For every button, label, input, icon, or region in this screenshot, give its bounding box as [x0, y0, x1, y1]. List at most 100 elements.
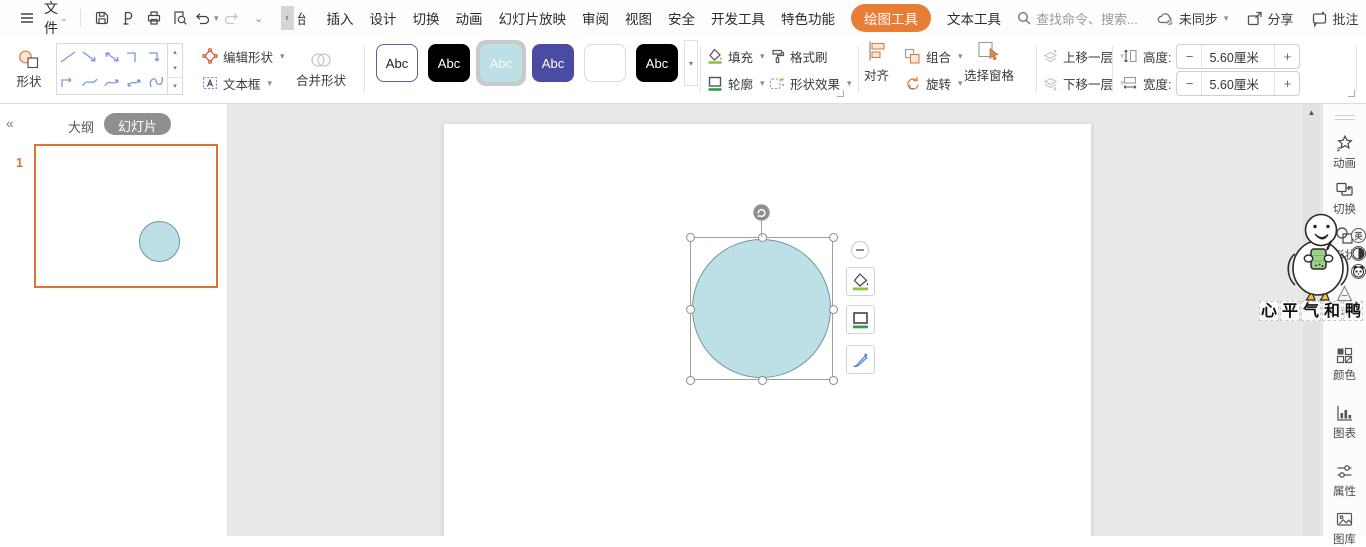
gallery-elbow[interactable]: [123, 44, 145, 69]
tab-special-features[interactable]: 特色功能: [781, 8, 835, 28]
sidebar-drag-handle[interactable]: [1335, 112, 1355, 123]
panel-collapse-button[interactable]: «: [6, 115, 14, 131]
share-button[interactable]: 分享: [1246, 9, 1293, 28]
save-icon: [93, 9, 111, 27]
gallery-expand[interactable]: ▾: [168, 77, 182, 94]
gallery-elbow-up-arrow[interactable]: [57, 69, 79, 94]
fill-group-dialog-launcher[interactable]: [837, 90, 844, 97]
gallery-curve[interactable]: [79, 69, 101, 94]
gallery-elbow-arrow[interactable]: [145, 44, 167, 69]
format-painter-button[interactable]: 格式刷: [769, 44, 828, 68]
tab-insert[interactable]: 插入: [327, 8, 354, 28]
sync-status-button[interactable]: 未同步 ▾: [1156, 9, 1229, 28]
tab-drawing-tools-active[interactable]: 绘图工具: [851, 4, 931, 32]
height-increase-button[interactable]: +: [1275, 49, 1299, 64]
style-swatch-5[interactable]: Abc: [584, 44, 626, 82]
text-box-button[interactable]: 文本框 ▾: [202, 71, 272, 95]
selected-circle-shape[interactable]: [692, 239, 831, 378]
tab-slideshow[interactable]: 幻灯片放映: [499, 8, 567, 28]
resize-handle-nw[interactable]: [686, 233, 695, 242]
scroll-up-arrow[interactable]: ▲: [1303, 108, 1320, 117]
main-menu-button[interactable]: [14, 5, 40, 31]
width-increase-button[interactable]: +: [1275, 76, 1299, 91]
width-decrease-button[interactable]: −: [1177, 76, 1201, 91]
edit-shape-button[interactable]: 编辑形状 ▾: [202, 44, 285, 68]
undo-button[interactable]: ▾: [193, 5, 219, 31]
selection-collapse-button[interactable]: [851, 241, 869, 259]
quickbar-more-button[interactable]: ⌄: [245, 5, 271, 31]
gallery-double-arrow[interactable]: [101, 44, 123, 69]
resize-handle-sw[interactable]: [686, 376, 695, 385]
tab-view[interactable]: 视图: [625, 8, 652, 28]
slide-thumbnail-selected[interactable]: [34, 144, 218, 288]
comment-button[interactable]: 批注: [1311, 9, 1358, 28]
resize-handle-w[interactable]: [686, 305, 695, 314]
tab-scroll-left-button[interactable]: ‹: [281, 6, 294, 30]
outline-button[interactable]: 轮廓 ▾: [707, 71, 765, 95]
file-menu-button[interactable]: 文件 ⌄: [44, 0, 68, 38]
gallery-freeform[interactable]: [145, 69, 167, 94]
shapes-button[interactable]: 形状: [6, 40, 52, 98]
resize-handle-ne[interactable]: [829, 233, 838, 242]
tab-home-clipped[interactable]: 始: [298, 8, 313, 28]
sidebar-item-animation[interactable]: 动画: [1323, 134, 1366, 171]
tab-security[interactable]: 安全: [668, 8, 695, 28]
size-group-dialog-launcher[interactable]: [1348, 90, 1355, 97]
width-spinner: − 5.60厘米 +: [1176, 71, 1300, 96]
selection-pane-button[interactable]: 选择窗格: [964, 40, 1014, 84]
color-icon: [1335, 346, 1354, 365]
height-decrease-button[interactable]: −: [1177, 49, 1201, 64]
tab-review[interactable]: 审阅: [582, 8, 609, 28]
tab-slides-active[interactable]: 幻灯片: [104, 113, 171, 135]
tab-outline[interactable]: 大纲: [68, 117, 94, 136]
style-swatch-2[interactable]: Abc: [428, 44, 470, 82]
gallery-line[interactable]: [57, 44, 79, 69]
align-button[interactable]: 对齐: [864, 40, 889, 84]
command-search[interactable]: 查找命令、搜索...: [1016, 9, 1138, 28]
resize-handle-n[interactable]: [758, 233, 767, 242]
tab-transition[interactable]: 切换: [413, 8, 440, 28]
export-pdf-button[interactable]: [115, 5, 141, 31]
style-swatch-4[interactable]: Abc: [532, 44, 574, 82]
desktop-pet-duck[interactable]: [1281, 210, 1359, 305]
merge-shapes-button[interactable]: 合并形状: [298, 40, 344, 98]
tab-design[interactable]: 设计: [370, 8, 397, 28]
gallery-curve-double-arrow[interactable]: [123, 69, 145, 94]
editing-canvas[interactable]: ▲: [228, 104, 1322, 536]
quick-outline-button[interactable]: [846, 305, 875, 334]
quick-fill-button[interactable]: [846, 267, 875, 296]
tab-text-tools[interactable]: 文本工具: [947, 8, 1001, 28]
save-button[interactable]: [89, 5, 115, 31]
redo-button[interactable]: [219, 5, 245, 31]
style-swatch-1[interactable]: Abc: [376, 44, 418, 82]
rotation-handle[interactable]: [753, 204, 770, 221]
resize-handle-se[interactable]: [829, 376, 838, 385]
edge-eye-protection-button[interactable]: [1351, 246, 1366, 261]
fill-button[interactable]: 填充 ▾: [707, 44, 765, 68]
sidebar-item-properties[interactable]: 属性: [1323, 462, 1366, 499]
print-preview-button[interactable]: [167, 5, 193, 31]
edge-translate-button[interactable]: 英: [1351, 228, 1366, 243]
resize-handle-e[interactable]: [829, 305, 838, 314]
group-button[interactable]: 组合 ▾: [904, 44, 963, 68]
gallery-scroll-down[interactable]: ▾: [168, 60, 182, 76]
rotation-handle-line: [761, 221, 762, 237]
rotate-button[interactable]: 旋转 ▾: [904, 71, 963, 95]
gallery-curve-arrow[interactable]: [101, 69, 123, 94]
width-value[interactable]: 5.60厘米: [1201, 72, 1275, 95]
resize-handle-s[interactable]: [758, 376, 767, 385]
sidebar-item-gallery[interactable]: 图库: [1323, 510, 1366, 547]
style-gallery-expand[interactable]: ▾: [684, 40, 698, 86]
sidebar-item-color[interactable]: 颜色: [1323, 346, 1366, 383]
height-value[interactable]: 5.60厘米: [1201, 45, 1275, 68]
quick-style-brush-button[interactable]: [846, 345, 875, 374]
tab-developer-tools[interactable]: 开发工具: [711, 8, 765, 28]
edge-panda-assistant-button[interactable]: [1351, 264, 1366, 279]
gallery-arrow[interactable]: [79, 44, 101, 69]
print-button[interactable]: [141, 5, 167, 31]
tab-animation[interactable]: 动画: [456, 8, 483, 28]
style-swatch-3-selected[interactable]: Abc: [480, 44, 522, 82]
gallery-scroll-up[interactable]: ▴: [168, 44, 182, 60]
sidebar-item-chart[interactable]: 图表: [1323, 404, 1366, 441]
style-swatch-6[interactable]: Abc: [636, 44, 678, 82]
